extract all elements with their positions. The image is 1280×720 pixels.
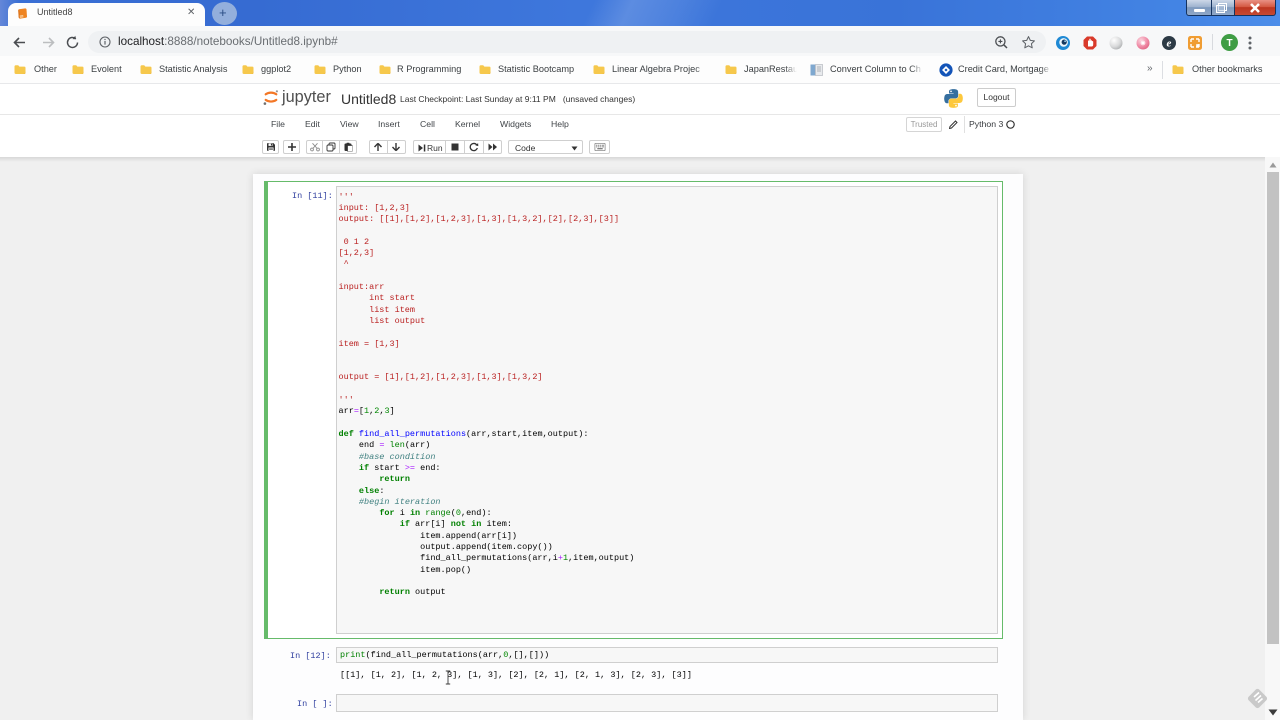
svg-text:e: e (1167, 37, 1172, 49)
svg-text:T: T (1226, 38, 1232, 49)
